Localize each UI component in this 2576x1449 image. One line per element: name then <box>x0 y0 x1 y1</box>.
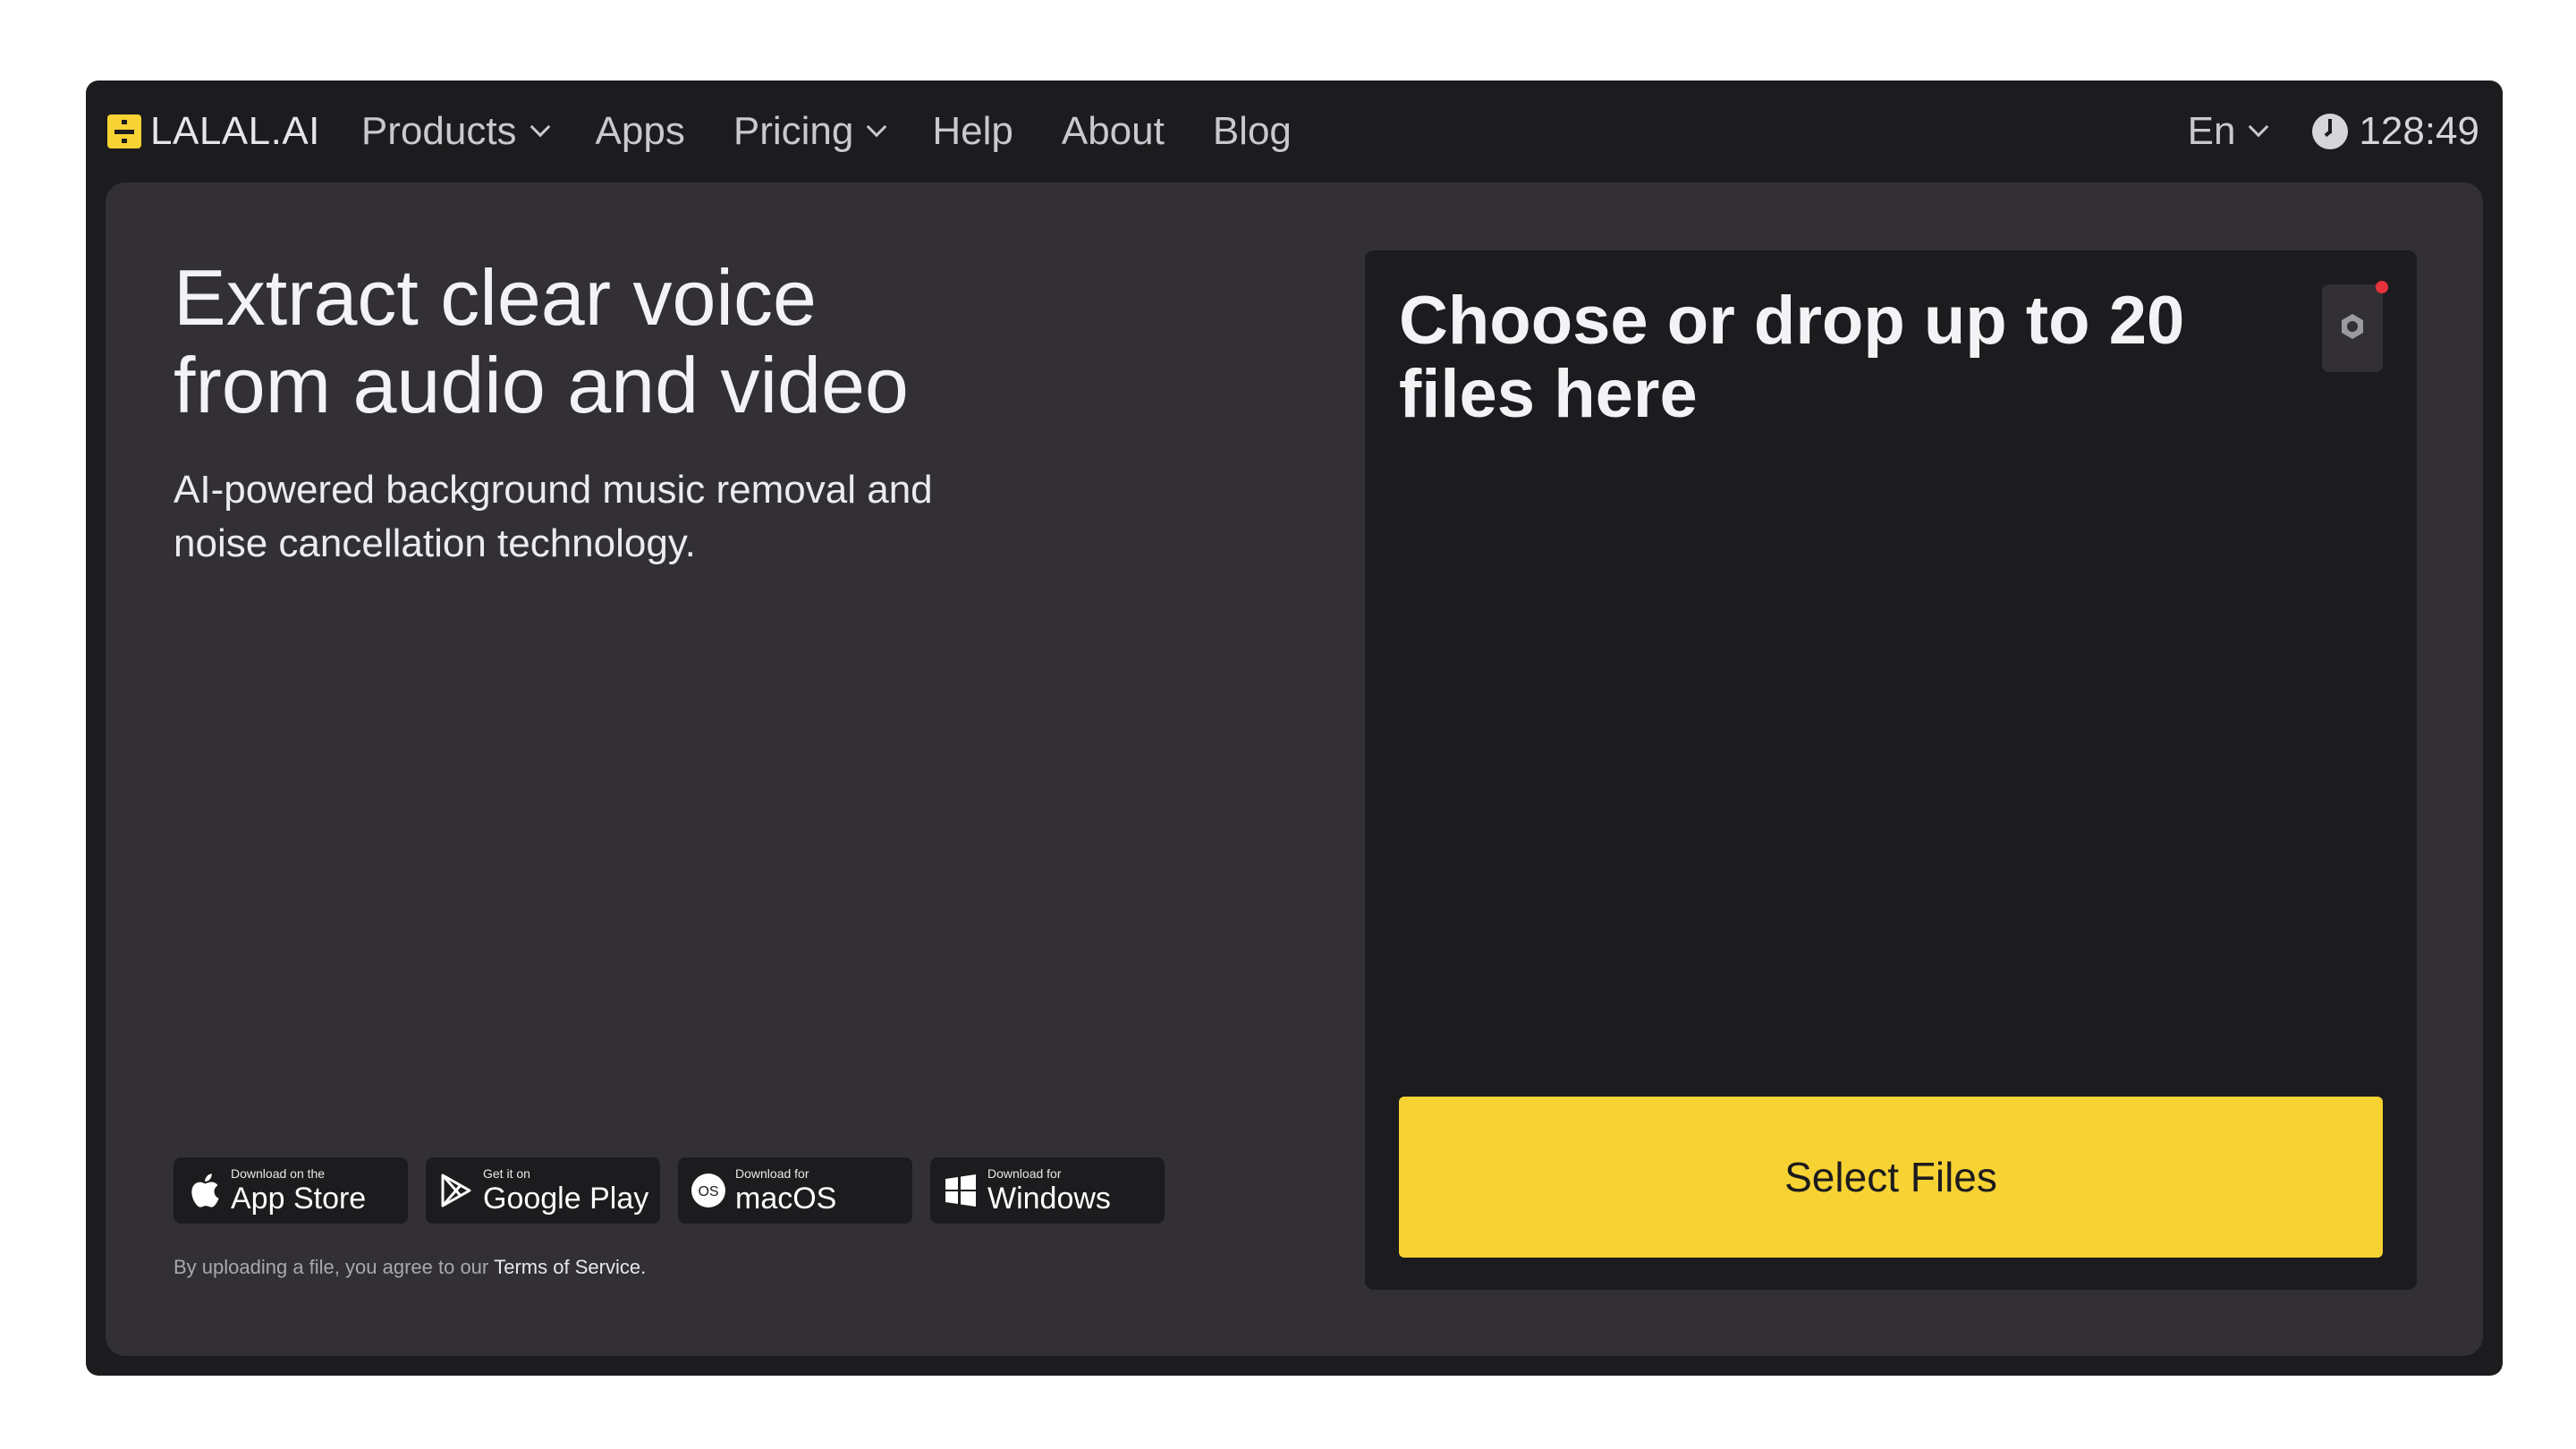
store-name: macOS <box>735 1182 837 1216</box>
dropzone-title: Choose or drop up to 20 files here <box>1399 284 2204 431</box>
subtitle-line-1: AI-powered background music removal and <box>174 468 933 512</box>
app-store-button[interactable]: Download on the App Store <box>174 1157 408 1224</box>
title-line-2: from audio and video <box>174 341 909 429</box>
google-play-button[interactable]: Get it on Google Play <box>426 1157 660 1224</box>
nav-apps-label: Apps <box>595 109 685 153</box>
timer-value: 128:49 <box>2359 109 2479 153</box>
windows-button[interactable]: Download for Windows <box>930 1157 1165 1224</box>
macos-text: Download for macOS <box>735 1167 836 1214</box>
chevron-down-icon <box>2249 116 2269 138</box>
nav-help[interactable]: Help <box>932 109 1013 154</box>
top-nav: LALAL.AI Products Apps Pricing Help Abou… <box>86 80 2503 182</box>
apple-icon <box>186 1173 222 1208</box>
windows-text: Download for Windows <box>987 1167 1111 1214</box>
nav-apps[interactable]: Apps <box>596 109 685 154</box>
dropzone-title-line-1: Choose or drop up to 20 <box>1399 283 2185 359</box>
terms-text: By uploading a file, you agree to our <box>174 1256 489 1278</box>
file-dropzone[interactable]: Choose or drop up to 20 files here Selec… <box>1365 250 2417 1290</box>
terms-link[interactable]: Terms of Service. <box>494 1256 646 1278</box>
nav-about[interactable]: About <box>1062 109 1165 154</box>
app-window: LALAL.AI Products Apps Pricing Help Abou… <box>86 80 2503 1376</box>
logo-text: LALAL.AI <box>150 109 320 153</box>
store-name: Windows <box>987 1182 1111 1216</box>
clock-icon <box>2312 114 2349 149</box>
chevron-down-icon <box>530 116 550 138</box>
store-small-text: Download for <box>987 1166 1062 1181</box>
settings-button[interactable] <box>2322 281 2388 372</box>
store-small-text: Download on the <box>231 1166 326 1181</box>
logo-mark-icon <box>107 114 141 148</box>
store-badges: Download on the App Store Get it on Goog… <box>174 1157 1165 1224</box>
nav-pricing[interactable]: Pricing <box>733 109 887 154</box>
minutes-balance[interactable]: 128:49 <box>2312 109 2479 154</box>
page-subtitle: AI-powered background music removal and … <box>174 463 1068 571</box>
page-title: Extract clear voice from audio and video <box>174 254 1068 429</box>
chevron-down-icon <box>867 116 887 138</box>
nav-products[interactable]: Products <box>360 109 550 154</box>
subtitle-line-2: noise cancellation technology. <box>174 521 696 565</box>
language-label: En <box>2187 109 2236 153</box>
macos-badge-text: OS <box>698 1184 718 1199</box>
gear-icon <box>2337 311 2368 346</box>
google-play-text: Get it on Google Play <box>483 1167 648 1214</box>
notification-dot <box>2376 281 2388 293</box>
logo[interactable]: LALAL.AI <box>107 109 320 154</box>
store-small-text: Download for <box>735 1166 809 1181</box>
app-store-text: Download on the App Store <box>231 1167 366 1214</box>
store-name: App Store <box>231 1182 367 1216</box>
nav-help-label: Help <box>932 109 1013 153</box>
nav-about-label: About <box>1061 109 1165 153</box>
nav-pricing-label: Pricing <box>733 109 854 153</box>
nav-blog[interactable]: Blog <box>1213 109 1292 154</box>
macos-icon: OS <box>691 1173 726 1208</box>
google-play-icon <box>438 1173 474 1208</box>
select-files-button[interactable]: Select Files <box>1399 1097 2383 1258</box>
nav-blog-label: Blog <box>1212 109 1292 153</box>
dropzone-title-line-2: files here <box>1399 356 1698 432</box>
nav-products-label: Products <box>360 109 517 153</box>
windows-icon <box>943 1173 979 1208</box>
macos-button[interactable]: OS Download for macOS <box>678 1157 912 1224</box>
store-name: Google Play <box>483 1182 649 1216</box>
terms-notice: By uploading a file, you agree to our Ter… <box>174 1256 646 1279</box>
title-line-1: Extract clear voice <box>174 253 817 342</box>
store-small-text: Get it on <box>483 1166 530 1181</box>
language-selector[interactable]: En <box>2187 109 2269 154</box>
main-panel: Extract clear voice from audio and video… <box>106 182 2483 1356</box>
